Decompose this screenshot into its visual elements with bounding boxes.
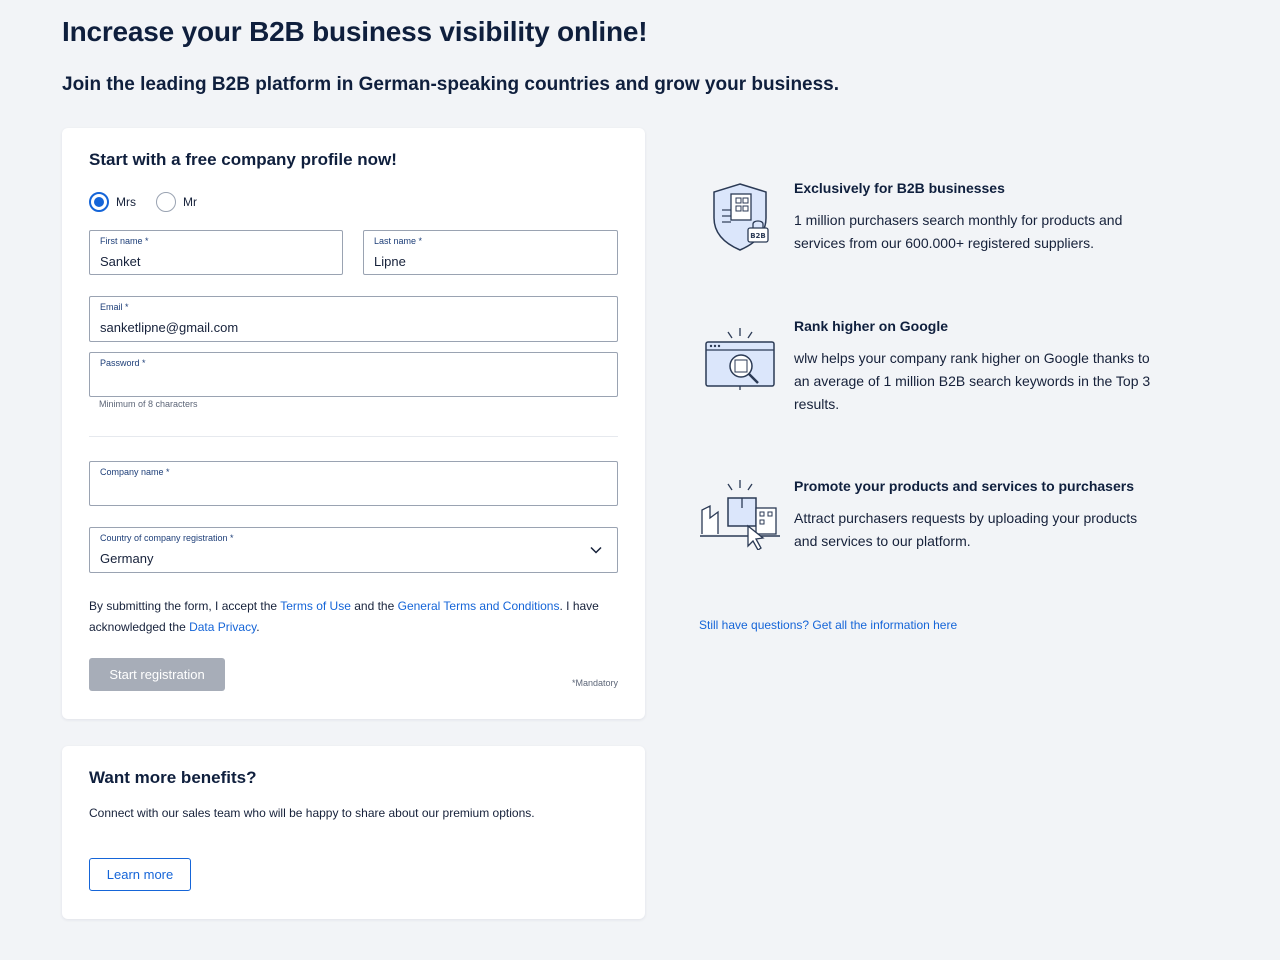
mandatory-note: *Mandatory: [571, 678, 618, 688]
page-subtitle: Join the leading B2B platform in German-…: [62, 74, 840, 95]
svg-text:B2B: B2B: [750, 232, 766, 240]
benefits-card: Want more benefits? Connect with our sal…: [62, 746, 645, 919]
benefits-text: Connect with our sales team who will be …: [89, 806, 535, 820]
general-terms-link[interactable]: General Terms and Conditions: [398, 599, 560, 613]
page-title: Increase your B2B business visibility on…: [62, 16, 648, 47]
form-divider: [89, 436, 618, 437]
password-label: Password *: [100, 358, 146, 368]
country-value: Germany: [100, 551, 154, 566]
terms-text: By submitting the form, I accept the Ter…: [89, 596, 619, 638]
salutation-radio-group: Mrs Mr: [89, 192, 217, 212]
last-name-input[interactable]: [374, 254, 587, 269]
radio-checked-icon[interactable]: [89, 192, 109, 212]
feature-b2b: B2B Exclusively for B2B businesses 1 mil…: [698, 180, 1168, 260]
salutation-mr-radio[interactable]: Mr: [156, 192, 197, 212]
first-name-field[interactable]: First name *: [89, 230, 343, 275]
password-field[interactable]: Password *: [89, 352, 618, 397]
salutation-mr-label: Mr: [183, 195, 197, 209]
radio-unchecked-icon[interactable]: [156, 192, 176, 212]
start-registration-button[interactable]: Start registration: [89, 658, 225, 691]
terms-text-part1: By submitting the form, I accept the: [89, 599, 281, 613]
registration-form-card: Start with a free company profile now! M…: [62, 128, 645, 719]
terms-text-part4: .: [256, 620, 260, 634]
country-select[interactable]: Country of company registration * German…: [89, 527, 618, 573]
learn-more-button[interactable]: Learn more: [89, 858, 191, 891]
email-input[interactable]: [100, 320, 587, 335]
salutation-mrs-radio[interactable]: Mrs: [89, 192, 136, 212]
promote-products-icon: [700, 480, 780, 550]
password-hint: Minimum of 8 characters: [99, 399, 198, 409]
b2b-shield-icon: B2B: [713, 183, 769, 251]
feature-promote-title: Promote your products and services to pu…: [794, 478, 1134, 494]
data-privacy-link[interactable]: Data Privacy: [189, 620, 256, 634]
last-name-label: Last name *: [374, 236, 423, 246]
password-input[interactable]: [100, 376, 587, 391]
form-title: Start with a free company profile now!: [89, 150, 397, 169]
questions-link[interactable]: Still have questions? Get all the inform…: [699, 618, 957, 632]
company-name-field[interactable]: Company name *: [89, 461, 618, 506]
first-name-input[interactable]: [100, 254, 312, 269]
company-name-input[interactable]: [100, 485, 587, 500]
last-name-field[interactable]: Last name *: [363, 230, 618, 275]
first-name-label: First name *: [100, 236, 149, 246]
feature-b2b-title: Exclusively for B2B businesses: [794, 180, 1005, 196]
terms-text-part2: and the: [350, 599, 398, 613]
company-name-label: Company name *: [100, 467, 170, 477]
benefits-title: Want more benefits?: [89, 768, 257, 787]
feature-google: Rank higher on Google wlw helps your com…: [698, 318, 1168, 418]
search-ranking-icon: [705, 328, 775, 390]
chevron-down-icon[interactable]: [589, 543, 603, 557]
salutation-mrs-label: Mrs: [116, 195, 136, 209]
feature-google-title: Rank higher on Google: [794, 318, 949, 334]
terms-of-use-link[interactable]: Terms of Use: [280, 599, 351, 613]
country-label: Country of company registration *: [100, 533, 234, 543]
feature-promote-text: Attract purchasers requests by uploading…: [794, 510, 1138, 549]
email-label: Email *: [100, 302, 129, 312]
feature-google-text: wlw helps your company rank higher on Go…: [794, 350, 1151, 412]
email-field[interactable]: Email *: [89, 296, 618, 342]
feature-promote: Promote your products and services to pu…: [698, 478, 1168, 558]
feature-b2b-text: 1 million purchasers search monthly for …: [794, 212, 1123, 251]
